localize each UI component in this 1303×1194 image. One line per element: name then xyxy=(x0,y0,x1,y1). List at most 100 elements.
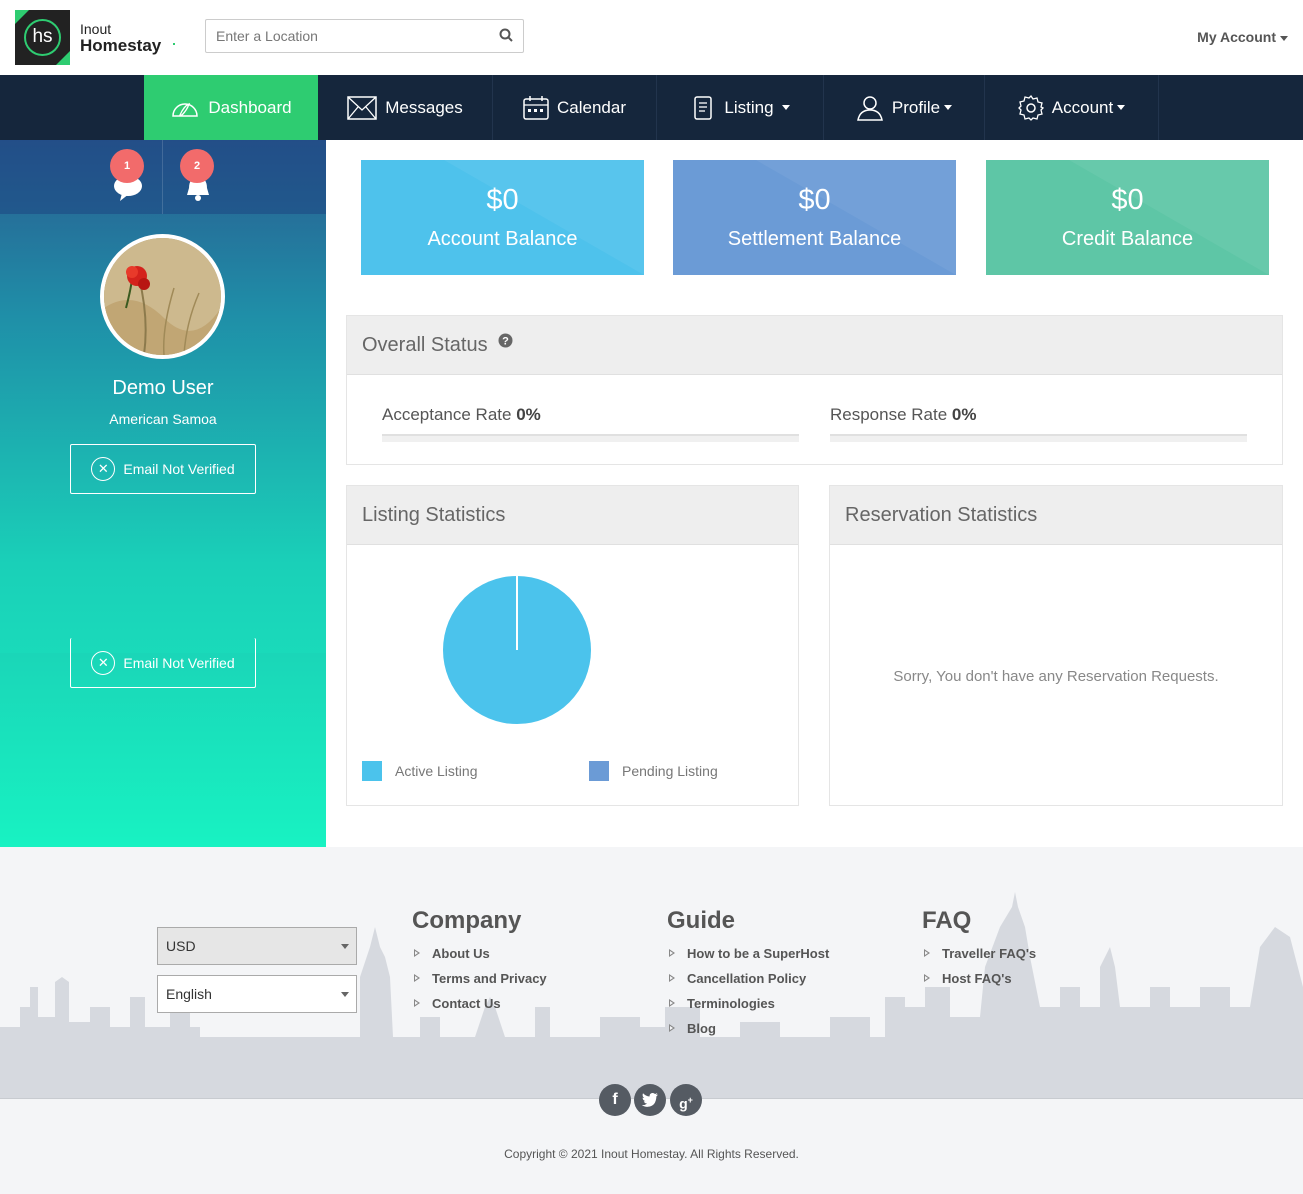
help-icon[interactable]: ? xyxy=(498,333,513,348)
logo-initials: hs xyxy=(24,19,61,56)
footer-link-traveller-faq[interactable]: Traveller FAQ's xyxy=(922,946,1036,961)
dashboard-icon xyxy=(172,102,199,117)
messages-count-badge: 1 xyxy=(110,149,144,183)
footer-link-blog[interactable]: Blog xyxy=(667,1021,716,1036)
acceptance-rate: Acceptance Rate 0% xyxy=(382,405,541,425)
calendar-icon xyxy=(523,95,549,120)
footer-link-host-faq[interactable]: Host FAQ's xyxy=(922,971,1012,986)
footer-link-label: Cancellation Policy xyxy=(687,971,807,986)
copyright: Copyright © 2021 Inout Homestay. All Rig… xyxy=(504,1147,799,1161)
settlement-balance-card: $0 Settlement Balance xyxy=(673,160,956,275)
account-balance-amount: $0 xyxy=(486,184,519,216)
legend-pending-swatch xyxy=(589,761,609,781)
header: hs Inout Homestay My Account xyxy=(0,0,1303,75)
nav-calendar[interactable]: Calendar xyxy=(493,75,657,140)
chevron-down-icon xyxy=(944,105,953,110)
acceptance-rate-value: 0% xyxy=(516,405,541,424)
user-name: Demo User xyxy=(112,377,214,399)
chevron-down-icon xyxy=(1280,35,1288,41)
sidebar: 1 2 Demo User American Samoa ✕ Email Not… xyxy=(0,140,326,847)
footer-link-cancellation[interactable]: Cancellation Policy xyxy=(667,971,806,986)
logo[interactable]: hs Inout Homestay xyxy=(15,10,177,65)
listing-statistics-panel: Listing Statistics Active Listing Pendin… xyxy=(346,485,799,806)
nav-listing-label: Listing xyxy=(724,97,774,117)
response-rate-bar xyxy=(830,434,1247,442)
nav-dashboard-label: Dashboard xyxy=(208,97,292,117)
footer-link-label: About Us xyxy=(432,946,490,961)
user-location: American Samoa xyxy=(109,411,217,427)
footer-link-label: Traveller FAQ's xyxy=(942,946,1037,961)
overall-status-panel: Overall Status ? Acceptance Rate 0% Resp… xyxy=(346,315,1283,465)
nav-profile[interactable]: Profile xyxy=(824,75,985,140)
overall-status-title: Overall Status xyxy=(362,334,488,356)
nav-messages[interactable]: Messages xyxy=(318,75,493,140)
logo-mark: hs xyxy=(15,10,70,65)
nav-calendar-label: Calendar xyxy=(557,97,626,117)
logo-text-small: Inout xyxy=(80,21,112,37)
language-select[interactable]: English xyxy=(157,975,357,1013)
my-account-dropdown[interactable]: My Account xyxy=(1197,29,1288,45)
my-account-label: My Account xyxy=(1197,29,1276,45)
footer-link-label: Blog xyxy=(687,1021,716,1036)
notifications-count-badge: 2 xyxy=(180,149,214,183)
search-icon[interactable] xyxy=(499,28,513,42)
acceptance-rate-label: Acceptance Rate xyxy=(382,405,512,424)
response-rate-label: Response Rate xyxy=(830,405,948,424)
nav-account[interactable]: Account xyxy=(985,75,1159,140)
credit-balance-amount: $0 xyxy=(1111,184,1144,216)
listing-statistics-title: Listing Statistics xyxy=(347,486,798,545)
footer-link-label: How to be a SuperHost xyxy=(687,946,830,961)
settlement-balance-label: Settlement Balance xyxy=(727,228,902,250)
logo-text-big: Homestay xyxy=(80,36,162,55)
location-search xyxy=(205,19,524,53)
listing-pie-chart xyxy=(443,576,591,724)
close-circle-icon: ✕ xyxy=(91,457,116,481)
account-balance-label: Account Balance xyxy=(427,228,578,250)
envelope-icon xyxy=(347,95,377,120)
footer-link-label: Host FAQ's xyxy=(942,971,1012,986)
avatar[interactable] xyxy=(100,234,225,359)
gear-icon xyxy=(1017,94,1044,121)
footer-link-label: Terminologies xyxy=(687,996,775,1011)
nav-messages-label: Messages xyxy=(385,97,463,117)
language-value: English xyxy=(166,986,212,1002)
footer-link-label: Terms and Privacy xyxy=(432,971,547,986)
twitter-icon[interactable] xyxy=(634,1084,666,1116)
user-icon xyxy=(856,95,883,121)
footer: USD English Company About Us Terms and P… xyxy=(0,847,1303,1194)
currency-value: USD xyxy=(166,938,196,954)
verify-label: Email Not Verified xyxy=(123,461,235,477)
footer-link-terms[interactable]: Terms and Privacy xyxy=(412,971,547,986)
account-balance-card: $0 Account Balance xyxy=(361,160,644,275)
footer-guide-title: Guide xyxy=(667,907,736,934)
chevron-down-icon xyxy=(341,944,349,949)
document-icon xyxy=(694,95,713,120)
facebook-icon[interactable]: f xyxy=(599,1084,631,1116)
response-rate: Response Rate 0% xyxy=(830,405,977,425)
footer-link-terminologies[interactable]: Terminologies xyxy=(667,996,775,1011)
credit-balance-label: Credit Balance xyxy=(1061,228,1194,250)
currency-select[interactable]: USD xyxy=(157,927,357,965)
email-not-verified-button[interactable]: ✕ Email Not Verified xyxy=(70,444,256,494)
google-plus-icon[interactable]: g+ xyxy=(670,1084,702,1116)
footer-faq-title: FAQ xyxy=(922,907,972,934)
footer-link-contact[interactable]: Contact Us xyxy=(412,996,501,1011)
chevron-down-icon xyxy=(781,105,790,110)
main-nav: Dashboard Messages Calendar Listing Prof… xyxy=(0,75,1303,140)
chevron-down-icon xyxy=(341,992,349,997)
email-not-verified-button-duplicate[interactable]: ✕ Email Not Verified xyxy=(70,638,256,688)
acceptance-rate-bar xyxy=(382,434,799,442)
close-circle-icon: ✕ xyxy=(91,650,116,675)
nav-listing[interactable]: Listing xyxy=(657,75,824,140)
location-search-input[interactable] xyxy=(206,20,491,52)
settlement-balance-amount: $0 xyxy=(798,184,831,216)
no-reservations-message: Sorry, You don't have any Reservation Re… xyxy=(893,668,1219,685)
verify-label: Email Not Verified xyxy=(123,654,235,671)
footer-link-superhost[interactable]: How to be a SuperHost xyxy=(667,946,829,961)
legend-active-swatch xyxy=(362,761,382,781)
overall-status-header: Overall Status ? xyxy=(347,316,1282,375)
footer-link-about-us[interactable]: About Us xyxy=(412,946,490,961)
credit-balance-card: $0 Credit Balance xyxy=(986,160,1269,275)
nav-dashboard[interactable]: Dashboard xyxy=(144,75,318,140)
reservation-statistics-title: Reservation Statistics xyxy=(830,486,1282,545)
